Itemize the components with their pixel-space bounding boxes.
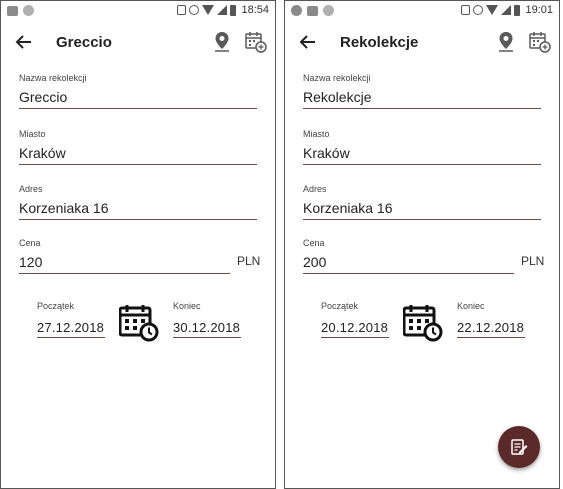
notification-dot-icon	[23, 5, 34, 16]
city-field[interactable]: Miasto Kraków	[303, 129, 541, 165]
start-date-field[interactable]: Początek 27.12.2018	[37, 301, 105, 338]
end-date-label: Koniec	[457, 301, 485, 311]
end-date-input[interactable]: 22.12.2018	[457, 320, 525, 338]
address-label: Adres	[19, 184, 43, 194]
map-pin-icon[interactable]	[496, 31, 516, 53]
name-label: Nazwa rekolekcji	[19, 73, 87, 83]
arrow-back-icon[interactable]	[15, 33, 33, 51]
end-date-field[interactable]: Koniec 30.12.2018	[173, 301, 241, 338]
price-input[interactable]: 120	[19, 254, 230, 274]
name-field[interactable]: Nazwa rekolekcji Greccio	[19, 73, 257, 109]
wifi-icon	[202, 5, 215, 15]
phone-screen-rekolekcje: 19:01 Rekolekcje Nazwa rekolekcji Rekole…	[284, 0, 560, 489]
price-input[interactable]: 200	[303, 254, 514, 274]
edit-fab-button[interactable]	[498, 426, 540, 468]
calendar-add-icon[interactable]	[529, 31, 551, 53]
city-label: Miasto	[19, 129, 46, 139]
calendar-clock-icon[interactable]	[403, 304, 443, 342]
calendar-clock-icon[interactable]	[119, 304, 159, 342]
start-date-input[interactable]: 27.12.2018	[37, 320, 105, 338]
messenger-notification-icon	[291, 5, 302, 16]
toolbar: Greccio	[1, 23, 275, 61]
phone-screen-greccio: 18:54 Greccio Nazwa rekolekcji Greccio M…	[0, 0, 276, 489]
price-label: Cena	[303, 238, 325, 248]
currency-label: PLN	[521, 254, 545, 268]
address-input[interactable]: Korzeniaka 16	[19, 200, 257, 220]
city-field[interactable]: Miasto Kraków	[19, 129, 257, 165]
alarm-icon	[473, 5, 484, 15]
name-input[interactable]: Greccio	[19, 89, 257, 109]
status-time: 18:54	[241, 4, 269, 16]
address-field[interactable]: Adres Korzeniaka 16	[19, 184, 257, 220]
calendar-add-icon[interactable]	[245, 31, 267, 53]
price-field[interactable]: Cena 200	[303, 238, 514, 274]
start-date-label: Początek	[321, 301, 359, 311]
vibrate-icon	[177, 5, 187, 15]
start-date-label: Początek	[37, 301, 75, 311]
city-input[interactable]: Kraków	[303, 145, 541, 165]
city-input[interactable]: Kraków	[19, 145, 257, 165]
address-label: Adres	[303, 184, 327, 194]
status-bar: 18:54	[1, 1, 275, 21]
end-date-field[interactable]: Koniec 22.12.2018	[457, 301, 525, 338]
currency-label: PLN	[237, 254, 261, 268]
city-label: Miasto	[303, 129, 330, 139]
toolbar: Rekolekcje	[285, 23, 559, 61]
signal-icon	[501, 5, 512, 15]
signal-icon	[217, 5, 228, 15]
arrow-back-icon[interactable]	[299, 33, 317, 51]
wifi-icon	[486, 5, 499, 15]
name-field[interactable]: Nazwa rekolekcji Rekolekcje	[303, 73, 541, 109]
address-input[interactable]: Korzeniaka 16	[303, 200, 541, 220]
image-notification-icon	[307, 5, 318, 16]
start-date-field[interactable]: Początek 20.12.2018	[321, 301, 389, 338]
notification-dot-icon	[323, 5, 334, 16]
alarm-icon	[189, 5, 200, 15]
status-time: 19:01	[525, 4, 553, 16]
name-input[interactable]: Rekolekcje	[303, 89, 541, 109]
map-pin-icon[interactable]	[212, 31, 232, 53]
start-date-input[interactable]: 20.12.2018	[321, 320, 389, 338]
page-title: Rekolekcje	[340, 34, 419, 51]
image-notification-icon	[7, 5, 18, 16]
price-label: Cena	[19, 238, 41, 248]
page-title: Greccio	[56, 34, 112, 51]
address-field[interactable]: Adres Korzeniaka 16	[303, 184, 541, 220]
battery-icon	[514, 4, 521, 16]
edit-note-icon	[511, 439, 528, 455]
end-date-input[interactable]: 30.12.2018	[173, 320, 241, 338]
price-field[interactable]: Cena 120	[19, 238, 230, 274]
end-date-label: Koniec	[173, 301, 201, 311]
vibrate-icon	[461, 5, 471, 15]
name-label: Nazwa rekolekcji	[303, 73, 371, 83]
status-bar: 19:01	[285, 1, 559, 21]
battery-icon	[230, 4, 237, 16]
